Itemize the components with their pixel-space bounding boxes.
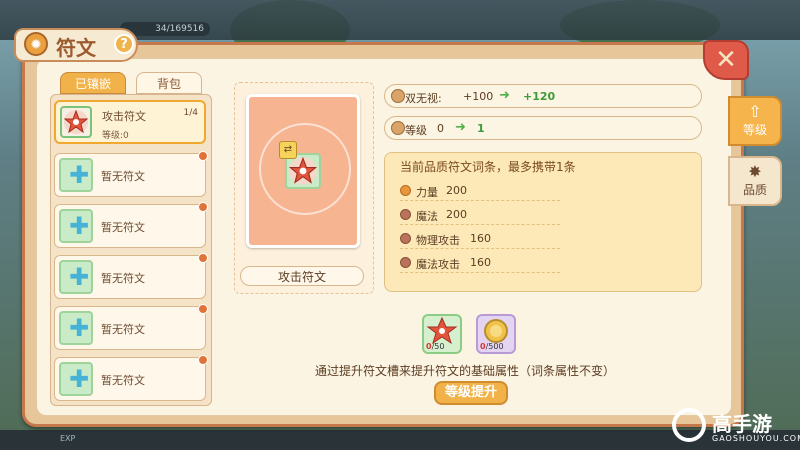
affix-name: 力量 [416, 186, 438, 199]
rune-slot-2[interactable]: ✚ 暂无符文 [54, 151, 208, 197]
watermark-name: 高手游 [712, 412, 772, 436]
close-button[interactable]: ✕ [703, 40, 749, 80]
slot-count: 1/4 [183, 108, 198, 118]
slot-name: 暂无符文 [101, 323, 145, 336]
affix-row: 魔法 200 [400, 206, 560, 225]
upgrade-description: 通过提升符文槽来提升符文的基础属性（词条属性不变） [314, 364, 615, 378]
slot-level: 等级:0 [102, 131, 129, 141]
rune-slot-6[interactable]: ✚ 暂无符文 [54, 355, 208, 401]
affix-title: 当前品质符文词条，最多携带1条 [400, 160, 576, 174]
empty-slot-icon: ✚ [59, 362, 93, 396]
swap-icon[interactable]: ⇄ [279, 141, 297, 159]
stat-ignore: 双无视: +100 ➜ +120 [384, 84, 702, 108]
plus-icon: ✚ [69, 212, 90, 240]
empty-slot-icon: ✚ [59, 158, 93, 192]
side-tab-quality[interactable]: ✸ 品质 [728, 156, 782, 206]
empty-slot-icon: ✚ [59, 209, 93, 243]
level-up-arrow-icon: ⇧ [748, 102, 762, 121]
affix-row: 力量 200 [400, 182, 560, 201]
affix-value: 200 [446, 208, 467, 221]
material-rune-stone[interactable]: 0/50 [422, 314, 462, 354]
rune-slot-3[interactable]: ✚ 暂无符文 [54, 202, 208, 248]
card-name: 攻击符文 [240, 266, 364, 286]
stat-gem-icon [391, 121, 405, 135]
affix-name: 魔法攻击 [416, 258, 460, 271]
empty-slot-icon: ✚ [59, 260, 93, 294]
stat-label: 双无视: [405, 92, 442, 105]
stat-gem-icon [391, 89, 405, 103]
notification-dot [198, 355, 208, 365]
tab-backpack[interactable]: 背包 [136, 72, 202, 94]
affix-radio-icon [400, 233, 411, 244]
slot-name: 暂无符文 [101, 221, 145, 234]
affix-radio-icon [400, 209, 411, 220]
side-tab-label: 等级 [742, 123, 767, 137]
empty-slot-icon: ✚ [59, 311, 93, 345]
stat-next: +120 [523, 90, 556, 103]
rune-card: ⇄ [246, 94, 360, 248]
affix-value: 160 [470, 256, 491, 269]
affix-row: 物理攻击 160 [400, 230, 560, 249]
material-quantity: 0/50 [426, 342, 445, 351]
rune-slot-1[interactable]: 攻击符文 1/4 等级:0 [54, 100, 206, 144]
stat-label: 等级 [405, 124, 427, 137]
plus-icon: ✚ [69, 314, 90, 342]
level-up-button[interactable]: 等级提升 [434, 381, 508, 405]
side-tab-level[interactable]: ⇧ 等级 [728, 96, 782, 146]
slot-name: 暂无符文 [101, 374, 145, 387]
material-coin[interactable]: 0/500 [476, 314, 516, 354]
affix-name: 物理攻击 [416, 234, 460, 247]
rune-slot-5[interactable]: ✚ 暂无符文 [54, 304, 208, 350]
stat-level: 等级 0 ➜ 1 [384, 116, 702, 140]
slot-name: 暂无符文 [101, 170, 145, 183]
plus-icon: ✚ [69, 161, 90, 189]
watermark-url: GAOSHOUYOU.COM [712, 434, 800, 443]
stat-current: +100 [463, 90, 494, 103]
side-tab-label: 品质 [742, 183, 767, 197]
arrow-right-icon: ➜ [455, 120, 466, 135]
quality-star-icon: ✸ [748, 162, 762, 181]
notification-dot [198, 202, 208, 212]
plus-icon: ✚ [69, 365, 90, 393]
stat-current: 0 [437, 122, 444, 135]
g-logo-icon [672, 408, 706, 442]
exp-label: EXP [60, 434, 76, 443]
help-button[interactable]: ? [114, 34, 134, 54]
slot-name: 暂无符文 [101, 272, 145, 285]
notification-dot [198, 304, 208, 314]
gear-icon: ✹ [24, 32, 48, 56]
plus-icon: ✚ [69, 263, 90, 291]
stat-next: 1 [477, 122, 485, 135]
affix-name: 魔法 [416, 210, 438, 223]
affix-radio-icon [400, 185, 411, 196]
affix-row: 魔法攻击 160 [400, 254, 560, 273]
affix-value: 200 [446, 184, 467, 197]
affix-radio-icon [400, 257, 411, 268]
affix-value: 160 [470, 232, 491, 245]
attack-rune-icon [60, 106, 92, 138]
notification-dot [198, 151, 208, 161]
slot-name: 攻击符文 [102, 110, 146, 123]
window-title: 符文 [56, 36, 96, 60]
material-quantity: 0/500 [480, 342, 504, 351]
arrow-right-icon: ➜ [499, 88, 510, 103]
notification-dot [198, 253, 208, 263]
rune-slot-4[interactable]: ✚ 暂无符文 [54, 253, 208, 299]
tab-equipped[interactable]: 已镶嵌 [60, 72, 126, 94]
